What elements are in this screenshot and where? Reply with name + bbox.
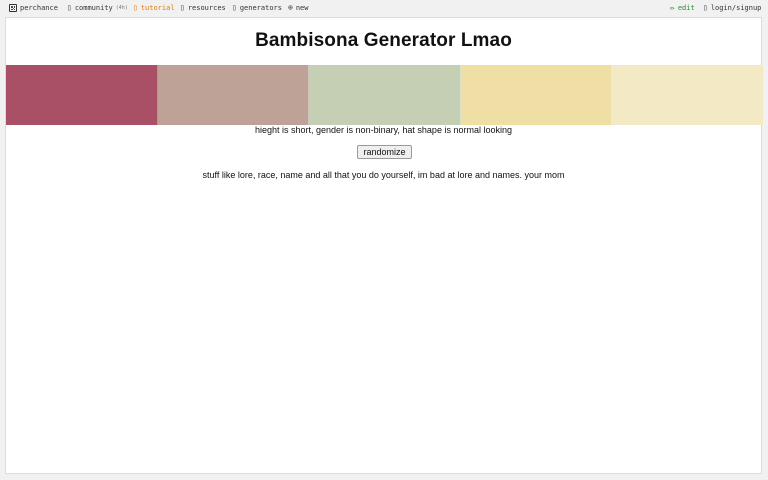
- palette-swatch-4: [460, 65, 613, 125]
- nav-new-label: new: [295, 4, 309, 12]
- nav-resources-label: resources: [187, 4, 226, 12]
- nav-generators[interactable]: ▯ generators: [232, 3, 282, 13]
- page-title: Bambisona Generator Lmao: [255, 30, 512, 51]
- nav-tutorial-label: tutorial: [140, 4, 175, 12]
- community-badge: (4h): [115, 5, 128, 11]
- palette-swatch-3: [309, 65, 461, 125]
- nav-generators-label: generators: [239, 4, 282, 12]
- nav-edit-label: edit: [677, 4, 695, 12]
- palette-swatch-2: [157, 65, 310, 125]
- nav-login-signup[interactable]: ▯ login/signup: [703, 3, 761, 13]
- generator-output-panel: Bambisona Generator Lmao hieght is short…: [5, 17, 763, 474]
- book-icon: ▯: [180, 3, 185, 12]
- nav-community-label: community: [74, 4, 113, 12]
- randomize-button[interactable]: randomize: [357, 145, 412, 159]
- top-navigation-bar: perchance ▯ community (4h) ▯ tutorial ▯ …: [0, 0, 768, 16]
- nav-login-label: login/signup: [710, 4, 762, 12]
- grid-icon: ▯: [232, 3, 237, 12]
- nav-edit[interactable]: ✏ edit: [670, 3, 695, 13]
- nav-perchance-home[interactable]: perchance: [9, 3, 58, 13]
- chat-icon: ▯: [67, 3, 72, 12]
- plus-circle-icon: ⊕: [288, 3, 293, 12]
- color-palette: [6, 65, 763, 125]
- character-description: hieght is short, gender is non-binary, h…: [255, 125, 512, 135]
- nav-resources[interactable]: ▯ resources: [180, 3, 226, 13]
- palette-swatch-1: [6, 65, 158, 125]
- nav-new[interactable]: ⊕ new: [288, 3, 308, 13]
- author-note: stuff like lore, race, name and all that…: [202, 170, 565, 180]
- user-icon: ▯: [703, 3, 708, 12]
- book-icon: ▯: [133, 3, 138, 12]
- palette-swatch-5: [612, 65, 763, 125]
- pencil-icon: ✏: [670, 3, 675, 12]
- nav-tutorial[interactable]: ▯ tutorial: [133, 3, 175, 13]
- dice-icon: [9, 4, 17, 12]
- nav-perchance-label: perchance: [20, 4, 58, 12]
- nav-community[interactable]: ▯ community (4h): [67, 3, 128, 13]
